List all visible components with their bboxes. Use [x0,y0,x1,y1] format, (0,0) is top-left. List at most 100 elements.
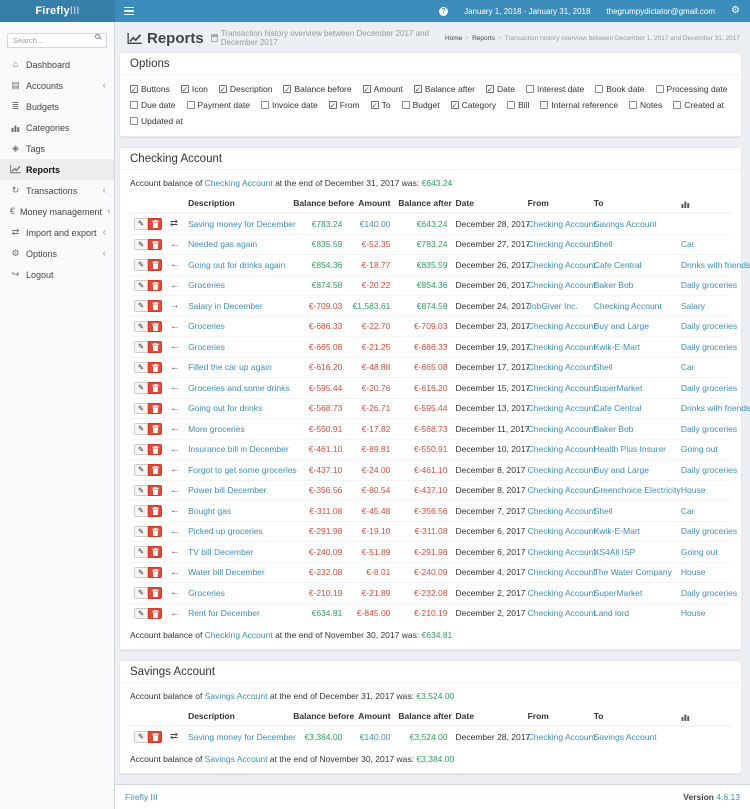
delete-button[interactable] [148,566,162,578]
footer-brand-link[interactable]: Firefly III [125,792,158,802]
edit-button[interactable]: ✎ [134,259,148,271]
from-account-link[interactable]: Checking Account [528,342,596,352]
edit-button[interactable]: ✎ [134,423,148,435]
to-account-link[interactable]: Shell [594,506,613,516]
edit-button[interactable]: ✎ [134,300,148,312]
sidebar-item-import-and-export[interactable]: ⇄ Import and export ‹ [0,222,114,243]
option-checkbox-balance-after[interactable]: ✓ Balance after [413,84,475,94]
to-account-link[interactable]: Cafe Central [594,260,642,270]
edit-button[interactable]: ✎ [134,587,148,599]
edit-button[interactable]: ✎ [134,382,148,394]
option-checkbox-interest-date[interactable]: Interest date [525,84,584,94]
from-account-link[interactable]: Checking Account [528,260,596,270]
from-account-link[interactable]: Checking Account [528,588,596,598]
to-account-link[interactable]: Kwik-E-Mart [594,342,640,352]
to-account-link[interactable]: Kwik-E-Mart [594,526,640,536]
delete-button[interactable] [148,443,162,455]
option-checkbox-invoice-date[interactable]: Invoice date [260,100,318,110]
edit-button[interactable]: ✎ [134,607,148,619]
category-link[interactable]: Drinks with friends [681,403,750,413]
sidebar-item-transactions[interactable]: ↻ Transactions ‹ [0,180,114,201]
delete-button[interactable] [148,341,162,353]
sidebar-item-options[interactable]: ⚙ Options ‹ [0,243,114,264]
transaction-description-link[interactable]: Groceries [188,321,225,331]
sidebar-item-money-management[interactable]: € Money management ‹ [0,201,114,222]
option-checkbox-budget[interactable]: Budget [401,100,440,110]
from-account-link[interactable]: Checking Account [528,547,596,557]
transaction-description-link[interactable]: Groceries [188,280,225,290]
sidebar-toggle-hamburger-icon[interactable] [124,7,134,15]
option-checkbox-from[interactable]: ✓ From [328,100,360,110]
account-link[interactable]: Savings Account [205,691,268,701]
gear-icon[interactable]: ⚙ [731,6,740,16]
edit-button[interactable]: ✎ [134,525,148,537]
transaction-description-link[interactable]: Rent for December [188,608,260,618]
search-icon[interactable] [95,34,100,39]
to-account-link[interactable]: Buy and Large [594,465,649,475]
delete-button[interactable] [148,546,162,558]
transaction-description-link[interactable]: Salary in December [188,301,263,311]
from-account-link[interactable]: Checking Account [528,444,596,454]
search-input[interactable] [7,33,107,48]
category-link[interactable]: House [681,485,706,495]
category-link[interactable]: Salary [681,301,705,311]
delete-button[interactable] [148,525,162,537]
delete-button[interactable] [148,484,162,496]
delete-button[interactable] [148,218,162,230]
from-account-link[interactable]: Checking Account [528,321,596,331]
sidebar-item-tags[interactable]: ◈ Tags [0,138,114,159]
option-checkbox-buttons[interactable]: ✓ Buttons [130,84,170,94]
category-link[interactable]: Car [681,362,695,372]
option-checkbox-payment-date[interactable]: Payment date [186,100,250,110]
category-link[interactable]: Daily groceries [681,280,737,290]
sidebar-item-accounts[interactable]: ▤ Accounts ‹ [0,75,114,96]
from-account-link[interactable]: Checking Account [528,567,596,577]
to-account-link[interactable]: Shell [594,239,613,249]
delete-button[interactable] [148,464,162,476]
delete-button[interactable] [148,300,162,312]
to-account-link[interactable]: Land lord [594,608,629,618]
delete-button[interactable] [148,320,162,332]
to-account-link[interactable]: The Water Company [594,567,672,577]
delete-button[interactable] [148,279,162,291]
option-checkbox-processing-date[interactable]: Processing date [655,84,727,94]
to-account-link[interactable]: Health Plus Insurer [594,444,666,454]
to-account-link[interactable]: Greenchoice Electricity [594,485,681,495]
category-link[interactable]: Daily groceries [681,383,737,393]
transaction-description-link[interactable]: Water bill December [188,567,265,577]
to-account-link[interactable]: Buy and Large [594,321,649,331]
edit-button[interactable]: ✎ [134,279,148,291]
category-link[interactable]: Car [681,239,695,249]
account-link[interactable]: Checking Account [205,178,273,188]
to-account-link[interactable]: Savings Account [594,732,657,742]
sidebar-item-logout[interactable]: ↪ Logout [0,264,114,285]
option-checkbox-notes[interactable]: Notes [629,100,662,110]
from-account-link[interactable]: Checking Account [528,465,596,475]
delete-button[interactable] [148,587,162,599]
edit-button[interactable]: ✎ [134,731,148,743]
to-account-link[interactable]: Baker Bob [594,424,634,434]
transaction-description-link[interactable]: Needed gas again [188,239,257,249]
account-link[interactable]: Checking Account [205,630,273,640]
from-account-link[interactable]: Checking Account [528,526,596,536]
from-account-link[interactable]: Checking Account [528,280,596,290]
delete-button[interactable] [148,402,162,414]
to-account-link[interactable]: SuperMarket [594,383,643,393]
transaction-description-link[interactable]: Groceries and some drinks [188,383,290,393]
category-link[interactable]: Daily groceries [681,321,737,331]
sidebar-item-budgets[interactable]: ≣ Budgets [0,96,114,117]
edit-button[interactable]: ✎ [134,546,148,558]
delete-button[interactable] [148,505,162,517]
option-checkbox-category[interactable]: ✓ Category [450,100,496,110]
from-account-link[interactable]: Checking Account [528,424,596,434]
account-link[interactable]: Savings Account [205,754,268,764]
transaction-description-link[interactable]: Filled the car up again [188,362,272,372]
transaction-description-link[interactable]: Power bill December [188,485,266,495]
to-account-link[interactable]: Cafe Central [594,403,642,413]
transaction-description-link[interactable]: Groceries [188,342,225,352]
from-account-link[interactable]: Checking Account [528,383,596,393]
edit-button[interactable]: ✎ [134,484,148,496]
option-checkbox-due-date[interactable]: Due date [130,100,176,110]
from-account-link[interactable]: Checking Account [528,219,596,229]
option-checkbox-description[interactable]: ✓ Description [218,84,272,94]
